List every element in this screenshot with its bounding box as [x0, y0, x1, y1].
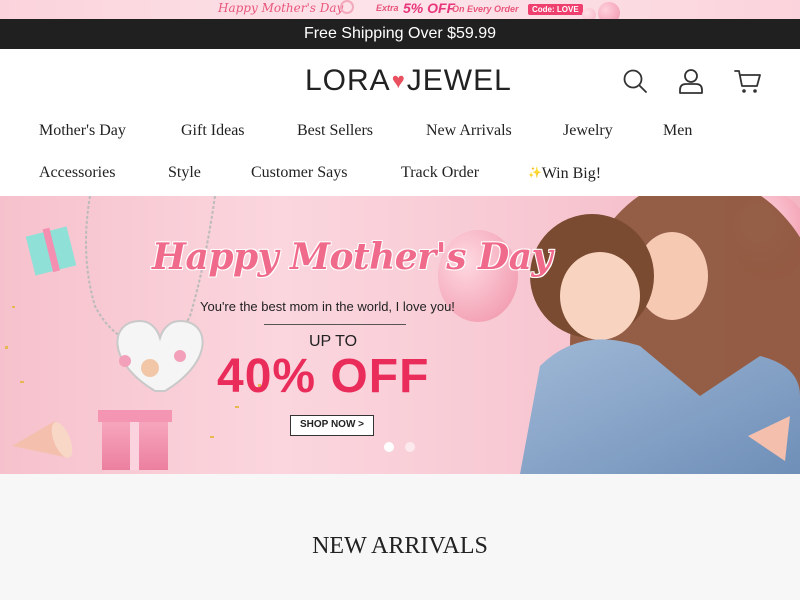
new-arrivals-heading: NEW ARRIVALS — [312, 533, 488, 559]
heart-icon: ♥ — [391, 68, 406, 93]
heart-pendant-icon — [116, 319, 204, 392]
search-icon[interactable] — [621, 67, 649, 95]
divider — [264, 324, 406, 325]
shop-now-button[interactable]: SHOP NOW > — [290, 415, 374, 436]
balloon-icon — [598, 2, 620, 19]
logo[interactable]: LORA♥JEWEL — [305, 65, 512, 97]
promo-banner[interactable]: Happy Mother's Day Extra 5% OFF On Every… — [0, 0, 800, 19]
free-shipping-bar: Free Shipping Over $59.99 — [0, 19, 800, 49]
free-shipping-text: Free Shipping Over $59.99 — [303, 25, 497, 42]
nav-jewelry[interactable]: Jewelry — [563, 121, 613, 141]
carousel-dot-1[interactable] — [384, 442, 394, 452]
nav-gift-ideas[interactable]: Gift Ideas — [181, 121, 245, 141]
hero-discount-text: 40% OFF — [217, 350, 430, 403]
nav-win-big[interactable]: ✨Win Big! — [528, 163, 601, 184]
promo-extra-text: Extra — [376, 3, 399, 13]
cart-icon[interactable] — [734, 67, 762, 95]
nav-men[interactable]: Men — [663, 121, 692, 141]
nav-accessories[interactable]: Accessories — [39, 163, 115, 183]
balloon-icon — [582, 8, 596, 19]
sparkle-icon: ✨ — [528, 167, 542, 179]
site-header: LORA♥JEWEL Mother's Day Gift Ideas Best … — [0, 49, 800, 196]
carousel-dot-2[interactable] — [405, 442, 415, 452]
nav-track-order[interactable]: Track Order — [401, 163, 479, 183]
promo-every-order-text: On Every Order — [452, 4, 519, 14]
nav-style[interactable]: Style — [168, 163, 201, 183]
nav-mothers-day[interactable]: Mother's Day — [39, 121, 126, 141]
nav-best-sellers[interactable]: Best Sellers — [297, 121, 373, 141]
promo-script-text: Happy Mother's Day — [218, 1, 344, 15]
hero-subtitle: You're the best mom in the world, I love… — [200, 299, 455, 314]
logo-text-right: JEWEL — [406, 64, 512, 97]
nav-customer-says[interactable]: Customer Says — [251, 163, 347, 183]
promo-code-badge: Code: LOVE — [528, 4, 583, 15]
account-icon[interactable] — [677, 67, 705, 95]
nav-new-arrivals[interactable]: New Arrivals — [426, 121, 512, 141]
child-face — [560, 252, 640, 340]
promo-percent-text: 5% OFF — [403, 0, 456, 16]
ring-decoration-icon — [340, 0, 354, 14]
hero-title: Happy Mother's Day — [152, 236, 552, 278]
logo-text-left: LORA — [305, 64, 391, 97]
hero-banner[interactable]: Happy Mother's Day You're the best mom i… — [0, 196, 800, 474]
nav-win-big-label: Win Big! — [541, 165, 602, 182]
